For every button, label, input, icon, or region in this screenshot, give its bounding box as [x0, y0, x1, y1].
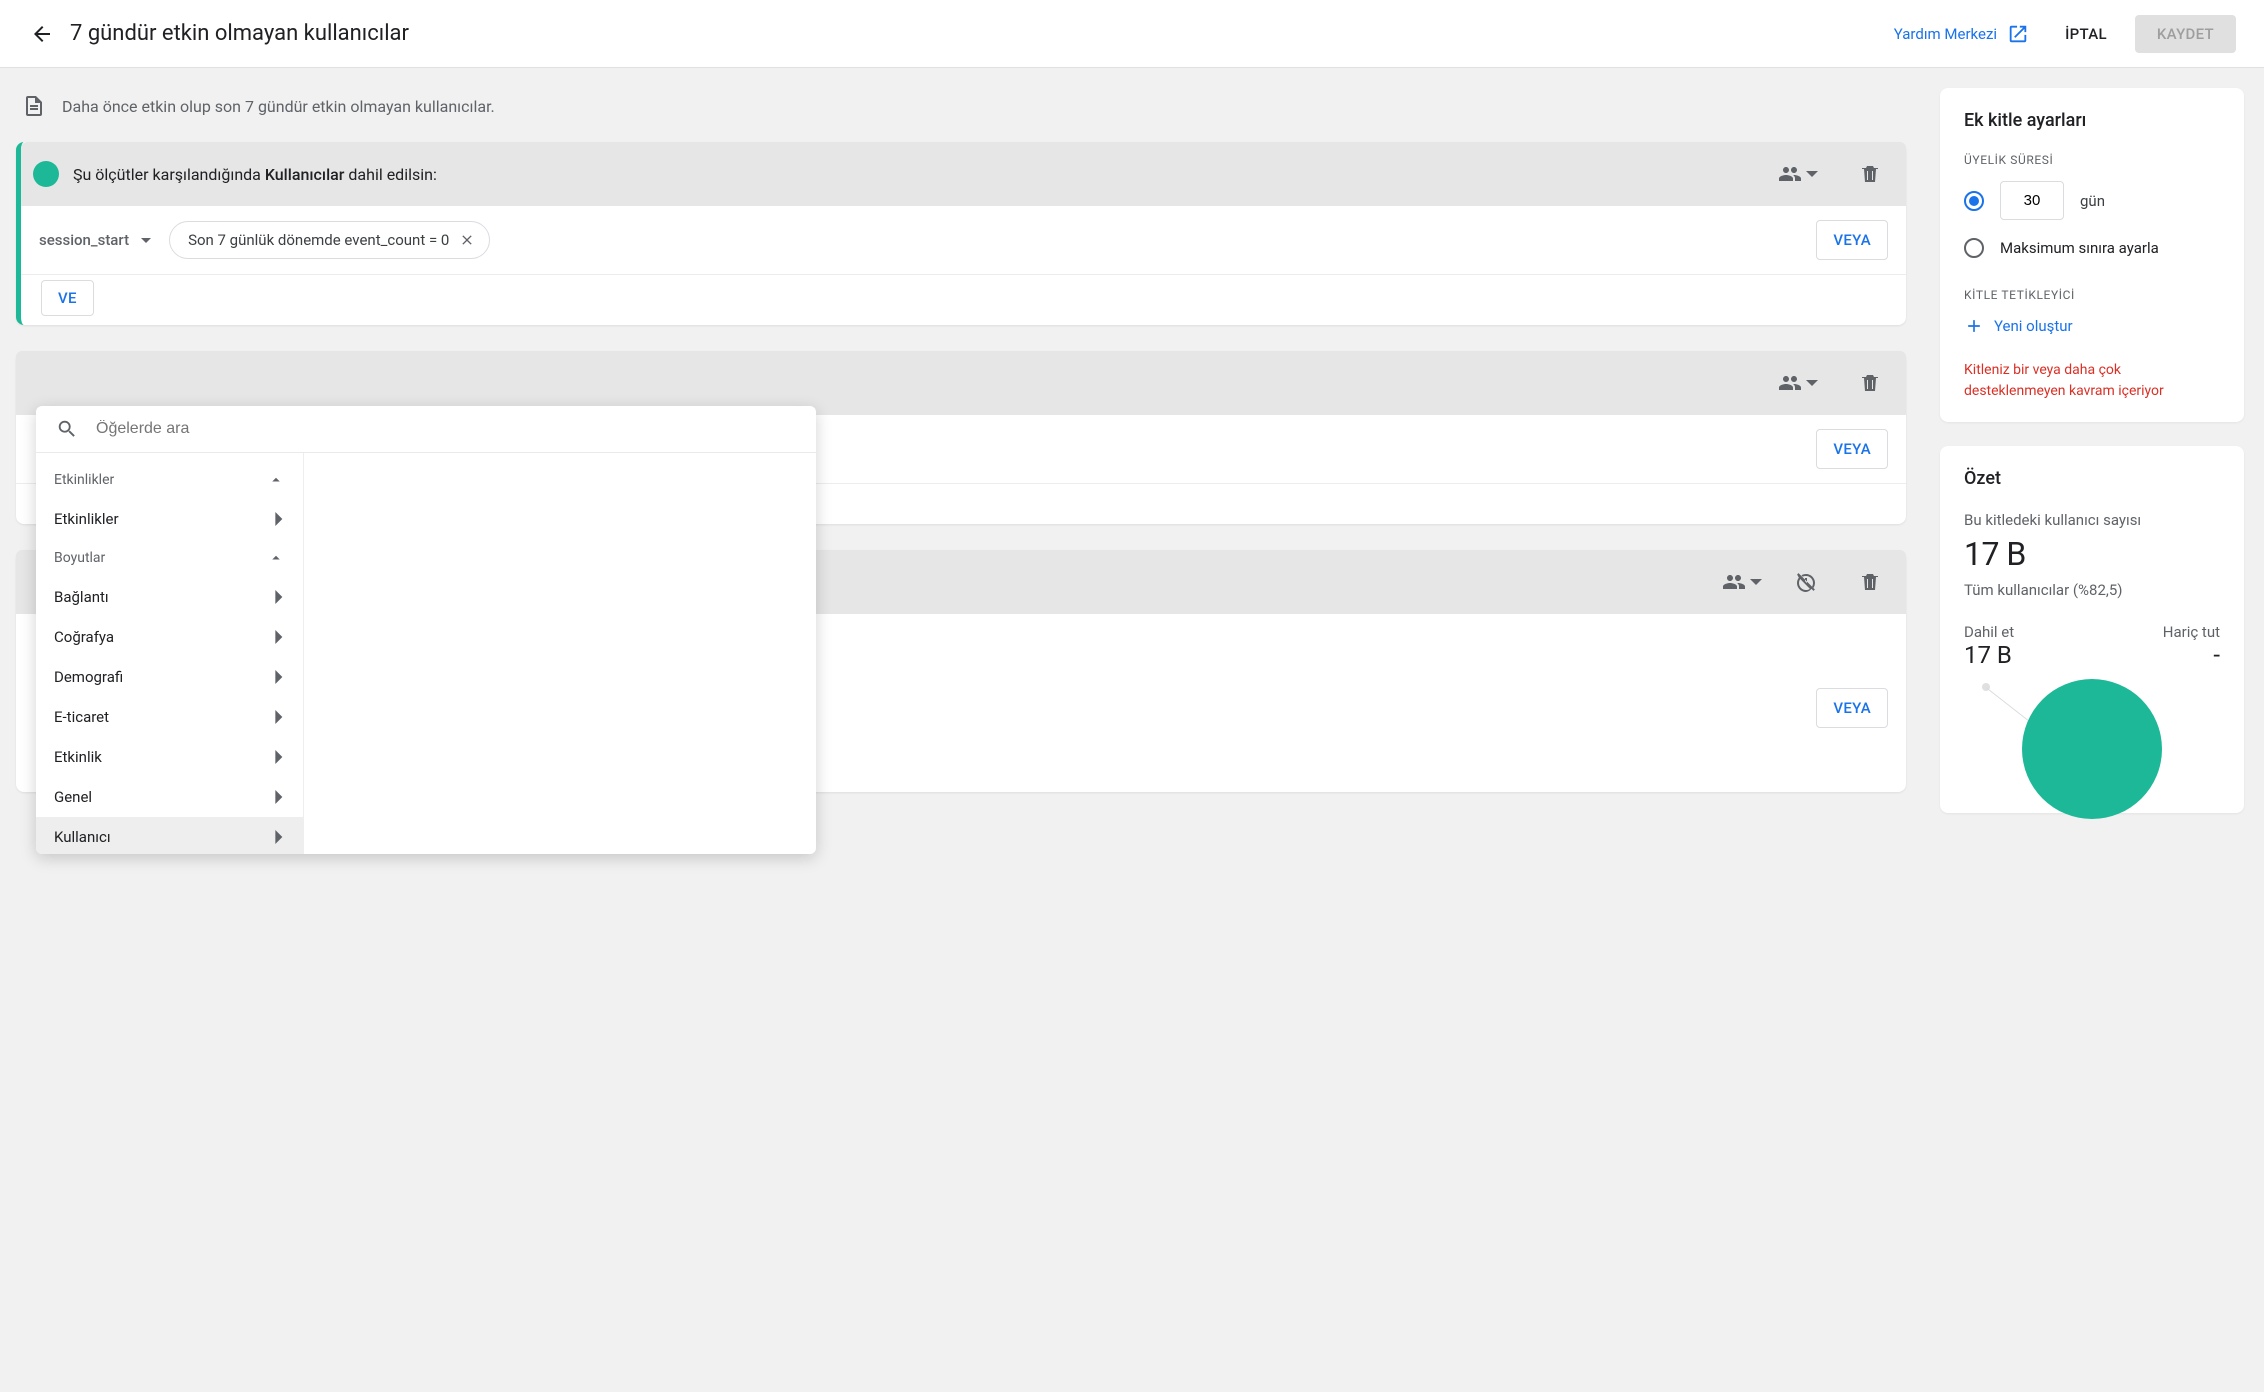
- summary-title: Özet: [1964, 468, 2220, 489]
- delete-card-button[interactable]: [1852, 564, 1888, 600]
- remove-param-button[interactable]: [459, 232, 475, 248]
- event-selector[interactable]: session_start: [39, 227, 151, 253]
- dropdown-item[interactable]: E-ticaret: [36, 697, 303, 737]
- people-icon: [1722, 570, 1746, 594]
- card-title-bold: Kullanıcılar: [265, 165, 345, 184]
- include-label: Dahil et: [1964, 623, 2014, 641]
- save-button[interactable]: KAYDET: [2135, 15, 2236, 53]
- and-row: VE: [21, 275, 1906, 325]
- people-icon: [1778, 371, 1802, 395]
- back-button[interactable]: [18, 10, 66, 58]
- trash-icon: [1858, 371, 1882, 395]
- search-icon: [56, 418, 78, 440]
- event-name: session_start: [39, 231, 129, 249]
- timer-off-icon: [1794, 570, 1818, 594]
- summary-all-users: Tüm kullanıcılar (%82,5): [1964, 581, 2220, 599]
- card-title-prefix: Şu ölçütler karşılandığında: [73, 165, 265, 184]
- settings-title: Ek kitle ayarları: [1964, 110, 2220, 131]
- main-column: Daha önce etkin olup son 7 gündür etkin …: [0, 68, 1936, 1392]
- dropdown-search-row: [36, 406, 816, 453]
- trash-icon: [1858, 162, 1882, 186]
- dropdown-item[interactable]: Coğrafya: [36, 617, 303, 657]
- search-input[interactable]: [96, 420, 796, 438]
- help-center-label: Yardım Merkezi: [1894, 25, 1997, 43]
- summary-users-value: 17 B: [1964, 535, 2220, 573]
- summary-venn: [1964, 679, 2220, 793]
- delete-card-button[interactable]: [1852, 365, 1888, 401]
- include-indicator-dot: [33, 161, 59, 187]
- dropdown-item[interactable]: Kullanıcı: [36, 817, 303, 854]
- people-icon: [1778, 162, 1802, 186]
- dropdown-arrow-icon: [141, 238, 151, 243]
- param-chip-text: Son 7 günlük dönemde event_count = 0: [188, 231, 449, 249]
- dropdown-category-list[interactable]: EtkinliklerEtkinliklerBoyutlarBağlantıCo…: [36, 453, 304, 854]
- sequence-toggle-button[interactable]: [1788, 564, 1824, 600]
- plus-icon: [1964, 316, 1984, 336]
- dropdown-group-header[interactable]: Boyutlar: [36, 539, 303, 577]
- dropdown-group-header[interactable]: Etkinlikler: [36, 461, 303, 499]
- exclude-value: -: [2163, 641, 2220, 669]
- criteria-row: session_start Son 7 günlük dönemde event…: [21, 206, 1906, 275]
- exclude-label: Hariç tut: [2163, 623, 2220, 641]
- or-button[interactable]: VEYA: [1816, 429, 1888, 469]
- new-trigger-button[interactable]: Yeni oluştur: [1964, 316, 2220, 336]
- page-title: 7 gündür etkin olmayan kullanıcılar: [70, 21, 409, 46]
- summary-panel: Özet Bu kitledeki kullanıcı sayısı 17 B …: [1940, 446, 2244, 813]
- summary-users-label: Bu kitledeki kullanıcı sayısı: [1964, 511, 2220, 529]
- dropdown-arrow-icon: [1806, 168, 1818, 180]
- help-center-link[interactable]: Yardım Merkezi: [1894, 23, 2029, 45]
- include-condition-card: Şu ölçütler karşılandığında Kullanıcılar…: [16, 142, 1906, 325]
- membership-duration-label: ÜYELİK SÜRESİ: [1964, 153, 2220, 167]
- or-button[interactable]: VEYA: [1816, 220, 1888, 260]
- scope-selector[interactable]: [1716, 564, 1768, 600]
- or-button[interactable]: VEYA: [1816, 688, 1888, 728]
- dropdown-item[interactable]: Etkinlikler: [36, 499, 303, 539]
- card-title-suffix: dahil edilsin:: [344, 165, 436, 184]
- dropdown-item[interactable]: Etkinlik: [36, 737, 303, 777]
- duration-max-radio[interactable]: [1964, 238, 1984, 258]
- duration-input[interactable]: [2000, 181, 2064, 220]
- arrow-back-icon: [30, 22, 54, 46]
- trash-icon: [1858, 570, 1882, 594]
- delete-card-button[interactable]: [1852, 156, 1888, 192]
- include-value: 17 B: [1964, 641, 2014, 669]
- duration-max-label: Maksimum sınıra ayarla: [2000, 239, 2159, 257]
- scope-selector[interactable]: [1772, 365, 1824, 401]
- dropdown-item[interactable]: Bağlantı: [36, 577, 303, 617]
- dropdown-detail-pane: [304, 453, 816, 854]
- duration-max-row: Maksimum sınıra ayarla: [1964, 238, 2220, 258]
- description-row: Daha önce etkin olup son 7 gündür etkin …: [16, 88, 1906, 142]
- description-text[interactable]: Daha önce etkin olup son 7 gündür etkin …: [62, 97, 495, 116]
- card-header-title: Şu ölçütler karşılandığında Kullanıcılar…: [73, 165, 1758, 184]
- dropdown-arrow-icon: [1806, 377, 1818, 389]
- dropdown-item[interactable]: Genel: [36, 777, 303, 817]
- side-column: Ek kitle ayarları ÜYELİK SÜRESİ gün Maks…: [1936, 68, 2264, 1392]
- summary-include-exclude-row: Dahil et 17 B Hariç tut -: [1964, 623, 2220, 669]
- and-button[interactable]: VE: [41, 280, 94, 316]
- card-header: Şu ölçütler karşılandığında Kullanıcılar…: [21, 142, 1906, 206]
- new-trigger-label: Yeni oluştur: [1994, 317, 2073, 335]
- dropdown-item[interactable]: Demografi: [36, 657, 303, 697]
- parameter-chip[interactable]: Son 7 günlük dönemde event_count = 0: [169, 221, 490, 259]
- audience-trigger-label: KİTLE TETİKLEYİCİ: [1964, 288, 2220, 302]
- duration-suffix: gün: [2080, 192, 2105, 210]
- page-header: 7 gündür etkin olmayan kullanıcılar Yard…: [0, 0, 2264, 68]
- duration-radio-row: gün: [1964, 181, 2220, 220]
- settings-error-text: Kitleniz bir veya daha çok desteklenmeye…: [1964, 360, 2220, 402]
- description-icon: [22, 94, 46, 118]
- item-picker-dropdown: EtkinliklerEtkinliklerBoyutlarBağlantıCo…: [36, 406, 816, 854]
- duration-fixed-radio[interactable]: [1964, 191, 1984, 211]
- dropdown-arrow-icon: [1750, 576, 1762, 588]
- cancel-button[interactable]: İPTAL: [2065, 25, 2107, 43]
- include-venn-circle: [2022, 679, 2162, 819]
- audience-settings-panel: Ek kitle ayarları ÜYELİK SÜRESİ gün Maks…: [1940, 88, 2244, 422]
- scope-selector[interactable]: [1772, 156, 1824, 192]
- close-icon: [459, 232, 475, 248]
- open-in-new-icon: [2007, 23, 2029, 45]
